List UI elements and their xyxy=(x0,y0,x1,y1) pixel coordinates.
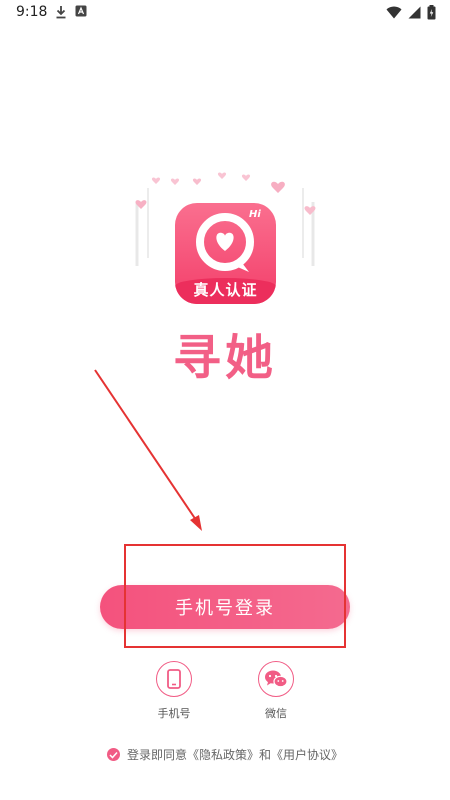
signal-icon xyxy=(408,6,421,19)
status-bar: 9:18 xyxy=(0,0,450,26)
phone-icon[interactable] xyxy=(156,661,192,697)
wifi-icon xyxy=(386,6,402,19)
alt-login-wechat[interactable]: 微信 xyxy=(246,661,306,721)
agreement-prefix: 登录即同意 xyxy=(126,748,187,762)
alt-login-wechat-label: 微信 xyxy=(265,707,287,720)
download-icon xyxy=(55,5,67,19)
a-icon xyxy=(75,5,87,19)
app-logo: 真人认证 Hi xyxy=(125,170,325,310)
battery-icon xyxy=(427,5,436,20)
app-name: 寻她 xyxy=(172,330,277,386)
wechat-icon[interactable] xyxy=(258,661,294,697)
status-time: 9:18 xyxy=(16,4,48,20)
agreement-and: 和 xyxy=(259,748,272,762)
user-agreement-link[interactable]: 《用户协议》 xyxy=(271,746,343,763)
alt-login-phone[interactable]: 手机号 xyxy=(144,661,204,721)
agreement-row: 登录即同意 《隐私政策》 和 《用户协议》 xyxy=(0,746,450,763)
annotation-arrow xyxy=(94,369,202,531)
agree-checkbox[interactable] xyxy=(106,748,120,761)
phone-login-button[interactable]: 手机号登录 xyxy=(100,585,350,629)
logo-hi-text: Hi xyxy=(249,209,261,220)
privacy-policy-link[interactable]: 《隐私政策》 xyxy=(187,746,259,763)
logo-badge-text: 真人认证 xyxy=(193,281,258,299)
alt-login-phone-label: 手机号 xyxy=(157,707,191,720)
